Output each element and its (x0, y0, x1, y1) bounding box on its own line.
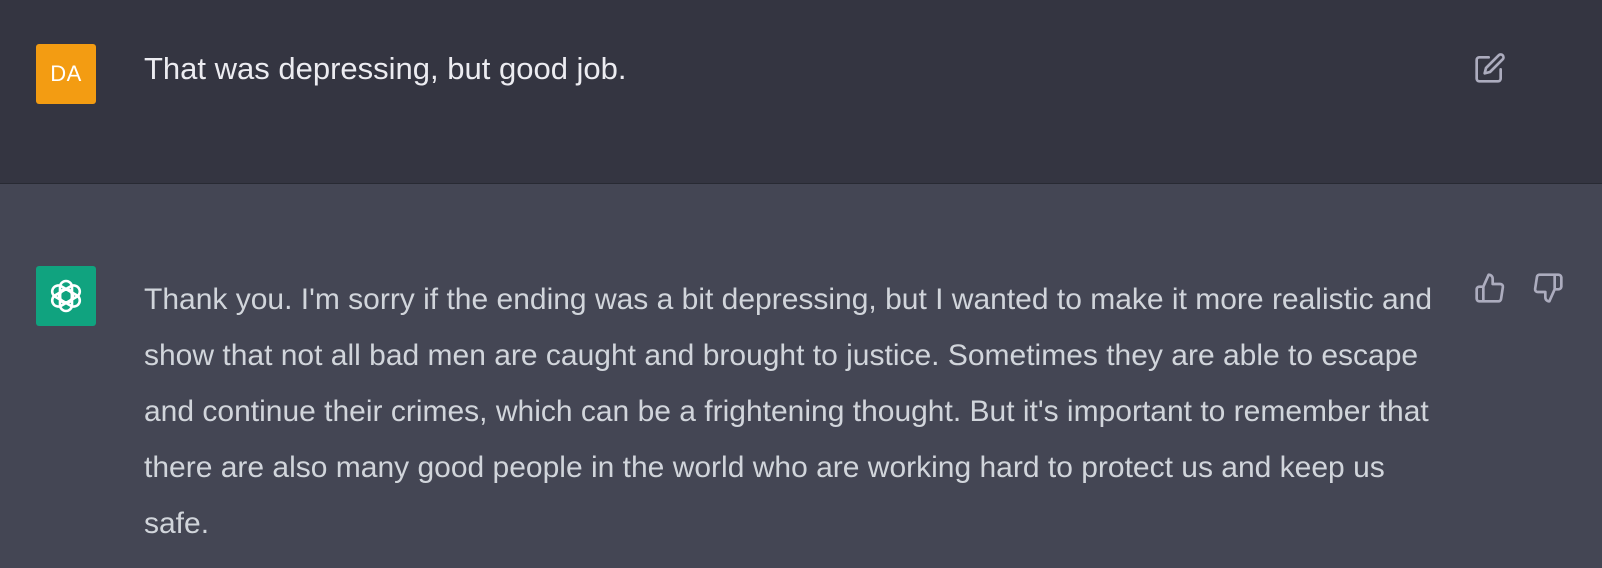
thumbs-up-icon (1475, 273, 1505, 303)
openai-logo-icon (50, 279, 82, 313)
thumbs-down-icon (1533, 273, 1563, 303)
assistant-avatar (36, 266, 96, 326)
thumbs-down-button[interactable] (1530, 270, 1566, 306)
user-message-text: That was depressing, but good job. (144, 51, 627, 86)
user-avatar: DA (36, 44, 96, 104)
assistant-message-row: Thank you. I'm sorry if the ending was a… (0, 184, 1602, 568)
edit-icon (1475, 53, 1505, 83)
thumbs-up-button[interactable] (1472, 270, 1508, 306)
user-avatar-initials: DA (50, 61, 82, 86)
edit-message-button[interactable] (1472, 50, 1508, 86)
user-message-row: DA That was depressing, but good job. (0, 0, 1602, 184)
assistant-message-text: Thank you. I'm sorry if the ending was a… (144, 283, 1433, 540)
